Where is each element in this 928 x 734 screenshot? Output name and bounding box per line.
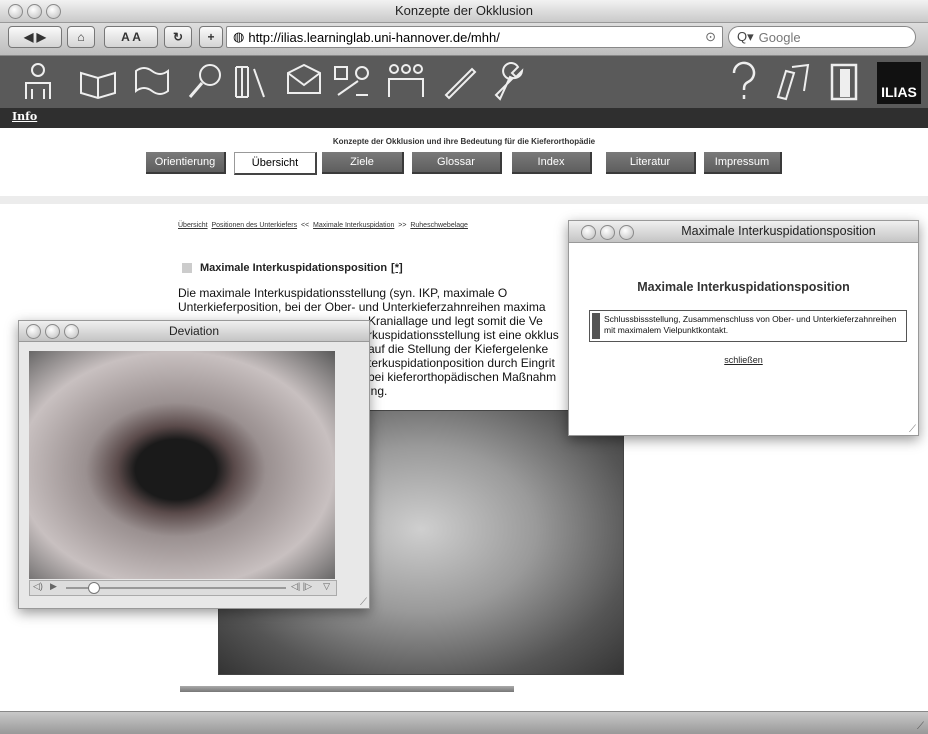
definition-box: Schlussbissstellung, Zusammenschluss von… — [589, 310, 907, 342]
magnifier-icon[interactable] — [186, 61, 226, 101]
flag-icon[interactable] — [132, 61, 172, 101]
tab-literatur[interactable]: Literatur — [606, 152, 696, 174]
resize-grip-icon[interactable]: ⟋ — [909, 424, 916, 435]
mouth-video[interactable] — [29, 351, 335, 579]
info-bar: Info — [0, 108, 928, 128]
search-field[interactable]: Q▾ Google — [728, 26, 916, 48]
back-forward-buttons[interactable]: ◀ ▶ — [8, 26, 62, 48]
definition-text: Schlussbissstellung, Zusammenschluss von… — [604, 314, 897, 335]
users-icon[interactable] — [386, 61, 426, 101]
tab-orientierung[interactable]: Orientierung — [146, 152, 226, 174]
image-caption-bar — [180, 686, 514, 692]
ilias-icon-bar: ILIAS — [0, 56, 928, 108]
popup-zoom-button[interactable] — [619, 225, 634, 240]
logout-door-icon[interactable] — [826, 61, 866, 101]
address-bar[interactable]: ◍ http://ilias.learninglab.uni-hannover.… — [226, 26, 723, 48]
popup-close-button[interactable] — [581, 225, 596, 240]
next-arrow[interactable]: >> — [398, 222, 406, 229]
mail-icon[interactable] — [284, 61, 324, 101]
search-placeholder: Google — [758, 29, 801, 45]
definition-marker — [592, 313, 600, 339]
status-bar: ⟋ — [0, 711, 928, 734]
paragraph-line: Die maximale Interkuspidationsstellung (… — [178, 286, 508, 300]
info-link[interactable]: Info — [12, 110, 37, 123]
groups-icon[interactable] — [332, 61, 372, 101]
video-playhead[interactable] — [88, 582, 100, 594]
popup-title: Maximale Interkuspidationsposition — [681, 224, 876, 238]
browser-toolbar: ◀ ▶ ⌂ A A ↻ + ◍ http://ilias.learninglab… — [0, 23, 928, 56]
paragraph-line: Unterkieferposition, bei der Ober- und U… — [178, 300, 546, 314]
breadcrumb: Übersicht Positionen des Unterkiefers <<… — [178, 222, 468, 229]
course-subtitle: Konzepte der Okklusion und ihre Bedeutun… — [332, 137, 596, 146]
tab-uebersicht[interactable]: Übersicht — [234, 152, 317, 175]
pen-icon[interactable] — [440, 61, 480, 101]
popup-heading: Maximale Interkuspidationsposition — [637, 280, 850, 294]
book-icon[interactable] — [78, 61, 118, 101]
search-icon: Q▾ — [737, 29, 754, 44]
tab-index[interactable]: Index — [512, 152, 592, 174]
add-bookmark-icon[interactable]: + — [199, 26, 223, 48]
page-heading: Maximale Interkuspidationsposition [*] — [182, 262, 403, 274]
snapback-icon[interactable]: ⊙ — [705, 29, 716, 45]
help-icon[interactable] — [724, 61, 764, 101]
heading-footnote-link[interactable]: [*] — [391, 262, 403, 274]
deviation-window: Deviation ◁) ▶ ◁| |▷ ▽ ⟋ — [18, 320, 370, 609]
ilias-logo[interactable]: ILIAS — [877, 62, 921, 104]
video-controls: ◁) ▶ ◁| |▷ ▽ — [29, 580, 337, 596]
home-icon[interactable]: ⌂ — [67, 26, 95, 48]
text-size-buttons[interactable]: A A — [104, 26, 158, 48]
resize-grip-icon[interactable]: ⟋ — [360, 597, 367, 608]
deviation-title: Deviation — [168, 324, 220, 338]
crumb-maximale[interactable]: Maximale Interkuspidation — [313, 222, 394, 229]
library-icon[interactable] — [232, 61, 272, 101]
crumb-positionen[interactable]: Positionen des Unterkiefers — [211, 222, 297, 229]
resize-grip-icon[interactable]: ⟋ — [917, 721, 924, 732]
popup-minimize-button[interactable] — [600, 225, 615, 240]
volume-icon[interactable]: ◁) — [33, 581, 43, 592]
wrench-icon[interactable] — [490, 61, 530, 101]
heading-text: Maximale Interkuspidationsposition — [200, 262, 388, 274]
prev-arrow[interactable]: << — [301, 222, 309, 229]
popup-close-link[interactable]: schließen — [569, 355, 918, 365]
separator — [0, 196, 928, 204]
tab-glossar[interactable]: Glossar — [412, 152, 502, 174]
globe-icon: ◍ — [233, 29, 245, 44]
deviation-title-bar[interactable]: Deviation — [19, 321, 369, 342]
tab-ziele[interactable]: Ziele — [322, 152, 404, 174]
play-icon[interactable]: ▶ — [50, 581, 57, 592]
step-icons[interactable]: ◁| |▷ — [291, 581, 312, 592]
crumb-uebersicht[interactable]: Übersicht — [178, 222, 208, 229]
window-title: Konzepte der Okklusion — [394, 3, 534, 18]
reload-icon[interactable]: ↻ — [164, 26, 192, 48]
crumb-ruheschwebelage[interactable]: Ruheschwebelage — [410, 222, 468, 229]
title-bar: Konzepte der Okklusion — [0, 0, 928, 23]
personal-desktop-icon[interactable] — [18, 61, 58, 101]
browser-window: Konzepte der Okklusion ◀ ▶ ⌂ A A ↻ + ◍ h… — [0, 0, 928, 734]
feedback-pen-icon[interactable] — [774, 61, 814, 101]
url-text: http://ilias.learninglab.uni-hannover.de… — [248, 29, 500, 45]
video-menu-icon[interactable]: ▽ — [323, 581, 330, 592]
glossary-popup: Maximale Interkuspidationsposition Maxim… — [568, 220, 919, 436]
popup-title-bar[interactable]: Maximale Interkuspidationsposition — [569, 221, 918, 243]
heading-bullet-icon — [182, 263, 192, 273]
tab-impressum[interactable]: Impressum — [704, 152, 782, 174]
